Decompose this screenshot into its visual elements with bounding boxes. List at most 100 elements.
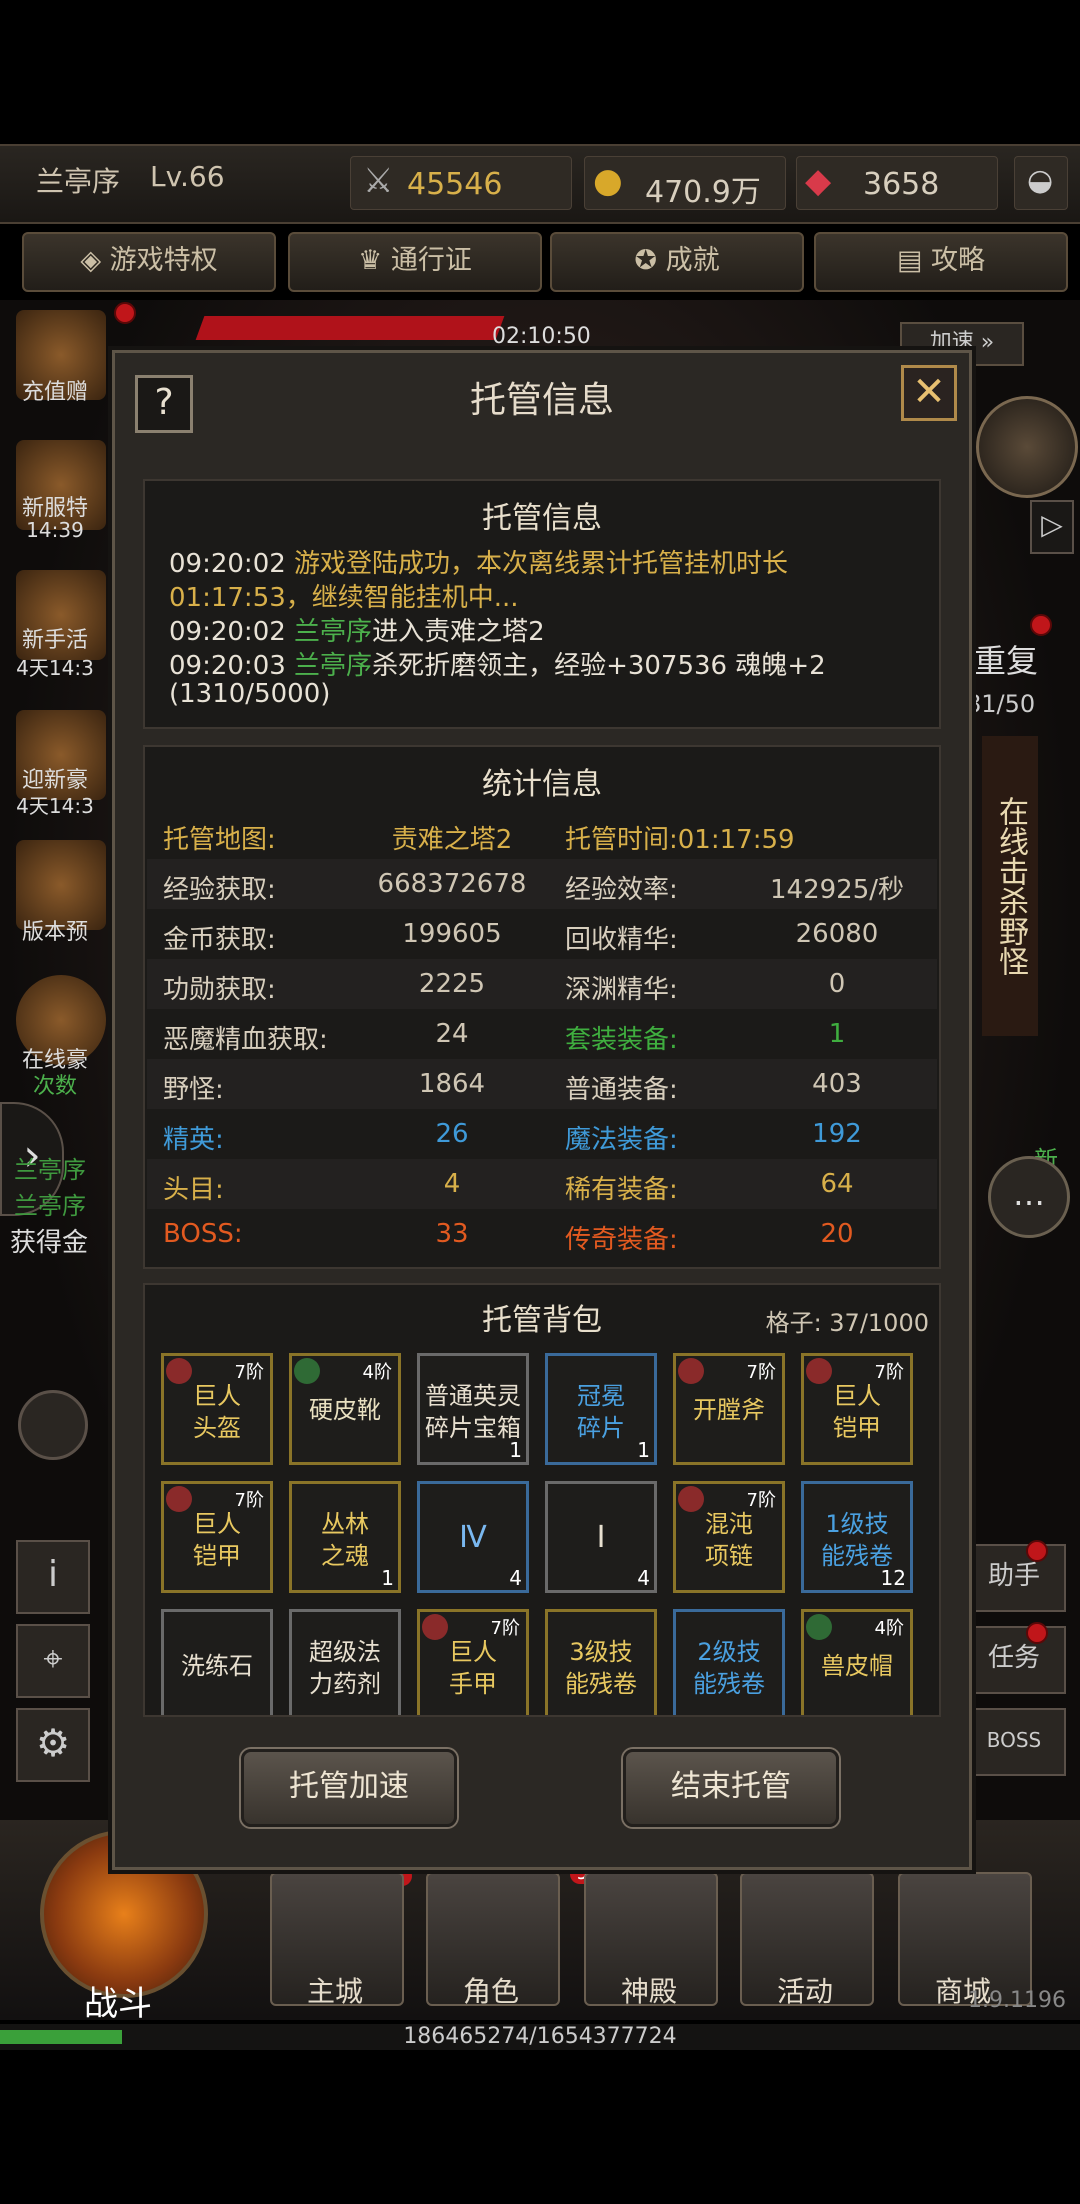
log-text: 杀死折磨领主，经验+307536 魂魄+2 <box>372 651 826 681</box>
item-name: 1级技 能残卷 <box>821 1510 893 1570</box>
bag-item[interactable]: 7阶 巨人 铠甲 <box>161 1481 273 1593</box>
collapse-right-icon[interactable]: ▷ <box>1030 500 1074 554</box>
item-name: 兽皮帽 <box>821 1652 893 1680</box>
stats-row: 经验获取: 668372678 经验效率: 142925/秒 <box>147 859 937 909</box>
item-name: 硬皮靴 <box>309 1396 381 1424</box>
boss-button[interactable]: BOSS <box>962 1708 1066 1776</box>
chat-name: 兰亭序 <box>14 1192 86 1220</box>
assistant-button[interactable]: 助手 <box>962 1544 1066 1612</box>
bag-item[interactable]: 洗练石 <box>161 1609 273 1715</box>
item-rank: 4阶 <box>362 1362 392 1383</box>
top-status-bar: 兰亭序 Lv.66 ⚔ 45546 ● 470.9万 ◆ 3658 ◒ <box>0 144 1080 224</box>
bag-item[interactable]: Ⅰ4 <box>545 1481 657 1593</box>
stat-label: 野怪: <box>163 1075 224 1105</box>
item-count: 4 <box>637 1566 650 1590</box>
quest-button[interactable]: 任务 <box>962 1626 1066 1694</box>
stat-value: 192 <box>812 1119 862 1149</box>
settings-hat-button[interactable]: ◒ <box>1014 156 1068 210</box>
stat-label: 普通装备: <box>565 1075 678 1105</box>
gem-panel[interactable]: ◆ 3658 <box>796 156 998 210</box>
log-text: 游戏登陆成功，本次离线累计托管挂机时长 <box>294 549 789 579</box>
battle-pass-button[interactable]: ♛ 通行证 <box>288 232 542 292</box>
bag-item[interactable]: 7阶 开膛斧 <box>673 1353 785 1465</box>
log-text: 兰亭序 <box>294 617 373 647</box>
chat-text: 获得金 <box>10 1228 89 1258</box>
version-text: 1.9.1196 <box>968 1988 1066 2013</box>
side-label: 次数 <box>32 1074 77 1099</box>
log-line: 09:20:03 兰亭序杀死折磨领主，经验+307536 魂魄+2 <box>169 645 826 682</box>
bag-item[interactable]: 3级技 能残卷 <box>545 1609 657 1715</box>
achievement-button[interactable]: ✪ 成就 <box>550 232 804 292</box>
item-name: 2级技 能残卷 <box>693 1638 765 1698</box>
bag-item[interactable]: Ⅳ4 <box>417 1481 529 1593</box>
item-name: 冠冕 碎片 <box>577 1382 625 1442</box>
item-name: 3级技 能残卷 <box>565 1638 637 1698</box>
stat-label: 稀有装备: <box>565 1175 678 1205</box>
stat-label: 金币获取: <box>163 925 276 955</box>
item-count: 1 <box>509 1438 522 1462</box>
stat-value: 142925/秒 <box>769 875 904 905</box>
bag-item[interactable]: 2级技 能残卷 <box>673 1609 785 1715</box>
stat-value: 1 <box>828 1019 846 1049</box>
log-text: 01:17:53，继续智能挂机中... <box>169 583 519 613</box>
chat-name: 兰亭序 <box>14 1156 86 1184</box>
location-pin-icon[interactable]: ⌖ <box>16 1624 90 1698</box>
log-text: (1310/5000) <box>169 679 331 709</box>
bag-item[interactable]: 冠冕 碎片 1 <box>545 1353 657 1465</box>
item-name: 巨人 手甲 <box>449 1638 497 1698</box>
bag-item[interactable]: 7阶 混沌 项链 <box>673 1481 785 1593</box>
guide-button[interactable]: ▤ 攻略 <box>814 232 1068 292</box>
gear-icon[interactable]: ⚙ <box>16 1708 90 1782</box>
close-icon[interactable]: ✕ <box>901 365 957 421</box>
log-text: 兰亭序 <box>294 651 373 681</box>
item-name: 巨人 铠甲 <box>833 1382 881 1442</box>
quality-badge-icon <box>806 1614 832 1640</box>
bag-item[interactable]: 丛林 之魂 1 <box>289 1481 401 1593</box>
game-privilege-button[interactable]: ◈ 游戏特权 <box>22 232 276 292</box>
bag-item[interactable]: 7阶 巨人 手甲 <box>417 1609 529 1715</box>
stat-value: 64 <box>820 1169 854 1199</box>
speed-up-hosting-button[interactable]: 托管加速 <box>241 1749 457 1827</box>
crown-icon: ♛ <box>358 245 391 276</box>
menu-label: 成就 <box>665 245 720 276</box>
bag-item[interactable]: 7阶 巨人 铠甲 <box>801 1353 913 1465</box>
bag-item[interactable]: 4阶 兽皮帽 <box>801 1609 913 1715</box>
item-name: 洗练石 <box>181 1652 253 1680</box>
exp-text: 186465274/1654377724 <box>403 2024 677 2049</box>
stat-value: 24 <box>435 1019 469 1049</box>
online-kill-banner[interactable]: 在线击杀野怪 <box>982 736 1038 1036</box>
player-name: 兰亭序 <box>36 165 121 198</box>
bag-item[interactable]: 1级技 能残卷 12 <box>801 1481 913 1593</box>
stat-value: 20 <box>820 1219 854 1249</box>
info-icon[interactable]: i <box>16 1540 90 1614</box>
bag-item[interactable]: 4阶硬皮靴 <box>289 1353 401 1465</box>
side-label: 新手活 <box>21 628 88 653</box>
chat-bubble-icon[interactable]: … <box>988 1156 1070 1238</box>
stats-row: 恶魔精血获取: 24 套装装备: 1 <box>147 1009 937 1059</box>
item-name: Ⅰ <box>596 1520 606 1555</box>
bag-item[interactable]: 7阶 巨人 头盔 <box>161 1353 273 1465</box>
stats-row: 托管地图: 责难之塔2 托管时间:01:17:59 <box>147 809 937 859</box>
stat-label: 托管地图: <box>163 825 276 855</box>
badge-icon: ✪ <box>634 245 666 276</box>
item-name: 丛林 之魂 <box>321 1510 369 1570</box>
stat-value: 4 <box>443 1169 461 1199</box>
gold-coins-icon: ● <box>593 161 623 201</box>
stat-value: 0 <box>828 969 846 999</box>
stats-row: 头目: 4 稀有装备: 64 <box>147 1159 937 1209</box>
end-hosting-button[interactable]: 结束托管 <box>623 1749 839 1827</box>
item-rank: 7阶 <box>746 1362 776 1383</box>
stat-value: 33 <box>435 1219 469 1249</box>
nav-label: 神殿 <box>620 1975 677 2008</box>
gold-panel[interactable]: ● 470.9万 <box>584 156 786 210</box>
skill-round-button[interactable] <box>18 1390 88 1460</box>
menu-label: 通行证 <box>390 245 472 276</box>
shield-emblem-icon[interactable] <box>976 396 1078 498</box>
item-name: 混沌 项链 <box>705 1510 753 1570</box>
power-panel: ⚔ 45546 <box>350 156 572 210</box>
log-text: 进入责难之塔2 <box>372 617 545 647</box>
item-count: 1 <box>637 1438 650 1462</box>
bag-item[interactable]: 普通英灵 碎片宝箱 1 <box>417 1353 529 1465</box>
bag-item[interactable]: 超级法 力药剂 <box>289 1609 401 1715</box>
quality-badge-icon <box>678 1358 704 1384</box>
